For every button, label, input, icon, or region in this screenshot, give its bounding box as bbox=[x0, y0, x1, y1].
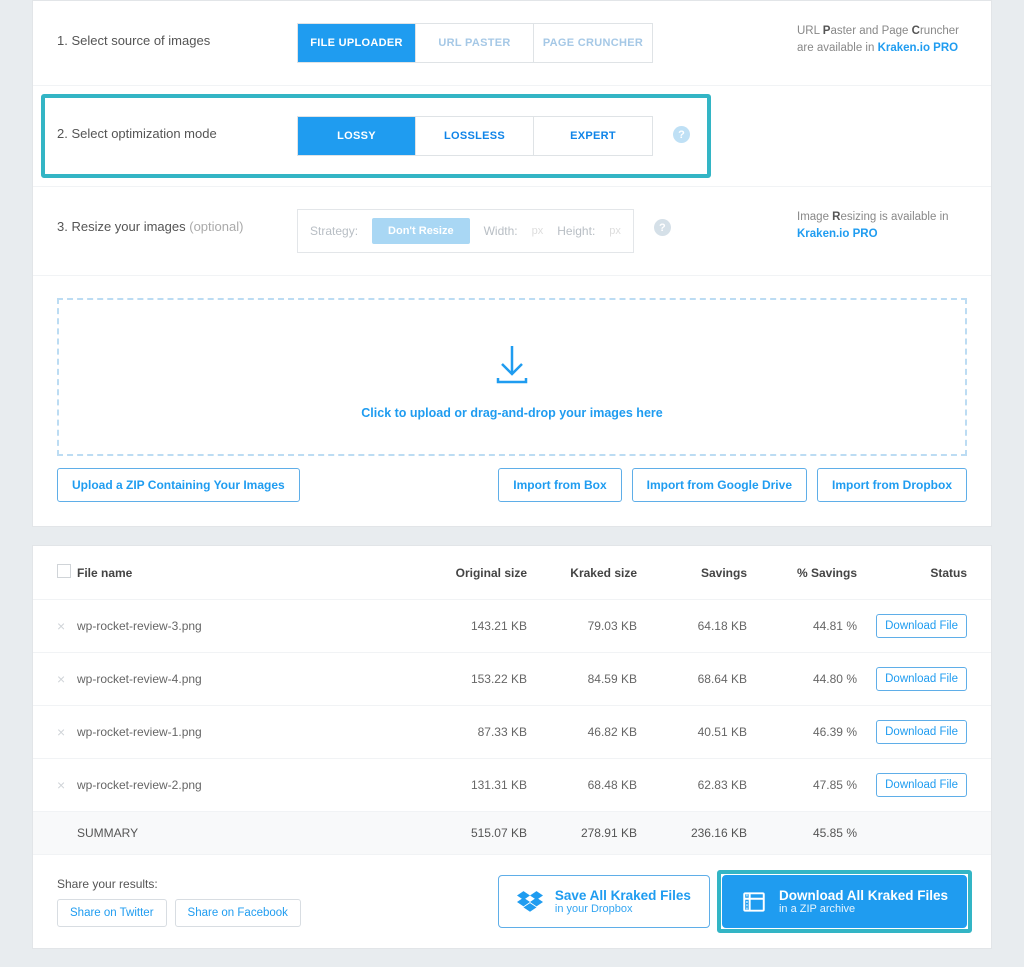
remove-icon[interactable]: × bbox=[57, 724, 71, 740]
share-block: Share your results: Share on Twitter Sha… bbox=[57, 877, 301, 927]
remove-icon[interactable]: × bbox=[57, 671, 71, 687]
resize-controls: Strategy: Don't Resize Width: px Height:… bbox=[297, 209, 634, 253]
table-header: File name Original size Kraked size Savi… bbox=[33, 546, 991, 600]
summary-label: SUMMARY bbox=[77, 826, 417, 840]
cell-pct: 44.80 % bbox=[747, 672, 857, 686]
dropzone-text: Click to upload or drag-and-drop your im… bbox=[59, 406, 965, 420]
cell-filename: wp-rocket-review-3.png bbox=[77, 619, 417, 633]
upload-zip-button[interactable]: Upload a ZIP Containing Your Images bbox=[57, 468, 300, 502]
step-mode: 2. Select optimization mode LOSSY LOSSLE… bbox=[33, 86, 991, 187]
save-dropbox-sub: in your Dropbox bbox=[555, 903, 691, 915]
download-file-button[interactable]: Download File bbox=[876, 614, 967, 638]
remove-icon[interactable]: × bbox=[57, 618, 71, 634]
pro-link[interactable]: Kraken.io PRO bbox=[878, 42, 959, 54]
pro-note-resize: Image Resizing is available inKraken.io … bbox=[797, 209, 967, 244]
pro-note-source: URL Paster and Page Cruncher are availab… bbox=[797, 23, 967, 58]
select-all-checkbox[interactable] bbox=[57, 564, 71, 581]
cell-kraked: 68.48 KB bbox=[527, 778, 637, 792]
step1-label: 1. Select source of images bbox=[57, 23, 297, 48]
table-row: × wp-rocket-review-3.png143.21 KB79.03 KB… bbox=[33, 600, 991, 653]
download-file-button[interactable]: Download File bbox=[876, 667, 967, 691]
table-row: ×wp-rocket-review-1.png87.33 KB46.82 KB4… bbox=[33, 706, 991, 759]
import-row: Upload a ZIP Containing Your Images Impo… bbox=[33, 468, 991, 526]
cell-savings: 40.51 KB bbox=[637, 725, 747, 739]
download-all-main: Download All Kraked Files bbox=[779, 888, 948, 903]
step2-label: 2. Select optimization mode bbox=[57, 116, 297, 141]
col-filename: File name bbox=[77, 566, 417, 580]
cell-kraked: 46.82 KB bbox=[527, 725, 637, 739]
import-box-button[interactable]: Import from Box bbox=[498, 468, 621, 502]
step3-label: 3. Resize your images (optional) bbox=[57, 209, 297, 234]
height-unit: px bbox=[609, 225, 621, 237]
bottom-bar: Share your results: Share on Twitter Sha… bbox=[33, 855, 991, 948]
help-icon[interactable]: ? bbox=[654, 219, 671, 236]
help-icon[interactable]: ? bbox=[673, 126, 690, 143]
table-summary: SUMMARY 515.07 KB 278.91 KB 236.16 KB 45… bbox=[33, 812, 991, 855]
zip-archive-icon bbox=[741, 889, 767, 915]
cell-filename: wp-rocket-review-1.png bbox=[77, 725, 417, 739]
table-row: × wp-rocket-review-2.png131.31 KB68.48 KB… bbox=[33, 759, 991, 812]
step-source: 1. Select source of images FILE UPLOADER… bbox=[33, 1, 991, 86]
col-original: Original size bbox=[417, 566, 527, 580]
share-twitter-button[interactable]: Share on Twitter bbox=[57, 899, 167, 927]
cell-filename: wp-rocket-review-2.png bbox=[77, 778, 417, 792]
download-all-sub: in a ZIP archive bbox=[779, 903, 948, 915]
save-dropbox-button[interactable]: Save All Kraked Files in your Dropbox bbox=[498, 875, 710, 928]
cell-original: 143.21 KB bbox=[417, 619, 527, 633]
cell-filename: wp-rocket-review-4.png bbox=[77, 672, 417, 686]
download-file-button[interactable]: Download File bbox=[876, 720, 967, 744]
cell-original: 153.22 KB bbox=[417, 672, 527, 686]
share-facebook-button[interactable]: Share on Facebook bbox=[175, 899, 301, 927]
cell-savings: 64.18 KB bbox=[637, 619, 747, 633]
tab-file-uploader[interactable]: FILE UPLOADER bbox=[298, 24, 416, 62]
download-all-button[interactable]: Download All Kraked Files in a ZIP archi… bbox=[722, 875, 967, 928]
cell-pct: 47.85 % bbox=[747, 778, 857, 792]
strategy-label: Strategy: bbox=[310, 224, 358, 238]
tab-page-cruncher[interactable]: PAGE CRUNCHER bbox=[534, 24, 652, 62]
cell-kraked: 79.03 KB bbox=[527, 619, 637, 633]
tab-url-paster[interactable]: URL PASTER bbox=[416, 24, 534, 62]
strategy-select[interactable]: Don't Resize bbox=[372, 218, 470, 244]
col-savings: Savings bbox=[637, 566, 747, 580]
dropbox-icon bbox=[517, 889, 543, 915]
download-file-button[interactable]: Download File bbox=[876, 773, 967, 797]
source-tabs: FILE UPLOADER URL PASTER PAGE CRUNCHER bbox=[297, 23, 653, 63]
height-label: Height: bbox=[557, 224, 595, 238]
col-pct: % Savings bbox=[747, 566, 857, 580]
download-arrow-icon bbox=[488, 340, 536, 388]
mode-tabs: LOSSY LOSSLESS EXPERT bbox=[297, 116, 653, 156]
save-dropbox-main: Save All Kraked Files bbox=[555, 888, 691, 903]
table-row: × wp-rocket-review-4.png153.22 KB84.59 KB… bbox=[33, 653, 991, 706]
import-gdrive-button[interactable]: Import from Google Drive bbox=[632, 468, 807, 502]
share-title: Share your results: bbox=[57, 877, 301, 891]
col-status: Status bbox=[857, 566, 967, 580]
dropzone[interactable]: Click to upload or drag-and-drop your im… bbox=[57, 298, 967, 456]
col-kraked: Kraked size bbox=[527, 566, 637, 580]
pro-link[interactable]: Kraken.io PRO bbox=[797, 228, 878, 240]
cell-savings: 68.64 KB bbox=[637, 672, 747, 686]
cell-pct: 46.39 % bbox=[747, 725, 857, 739]
cell-original: 131.31 KB bbox=[417, 778, 527, 792]
cell-savings: 62.83 KB bbox=[637, 778, 747, 792]
cell-original: 87.33 KB bbox=[417, 725, 527, 739]
tab-lossless[interactable]: LOSSLESS bbox=[416, 117, 534, 155]
tab-lossy[interactable]: LOSSY bbox=[298, 117, 416, 155]
remove-icon[interactable]: × bbox=[57, 777, 71, 793]
step-resize: 3. Resize your images (optional) Strateg… bbox=[33, 187, 991, 276]
cell-pct: 44.81 % bbox=[747, 619, 857, 633]
width-unit: px bbox=[532, 225, 544, 237]
cell-kraked: 84.59 KB bbox=[527, 672, 637, 686]
tab-expert[interactable]: EXPERT bbox=[534, 117, 652, 155]
import-dropbox-button[interactable]: Import from Dropbox bbox=[817, 468, 967, 502]
width-label: Width: bbox=[484, 224, 518, 238]
